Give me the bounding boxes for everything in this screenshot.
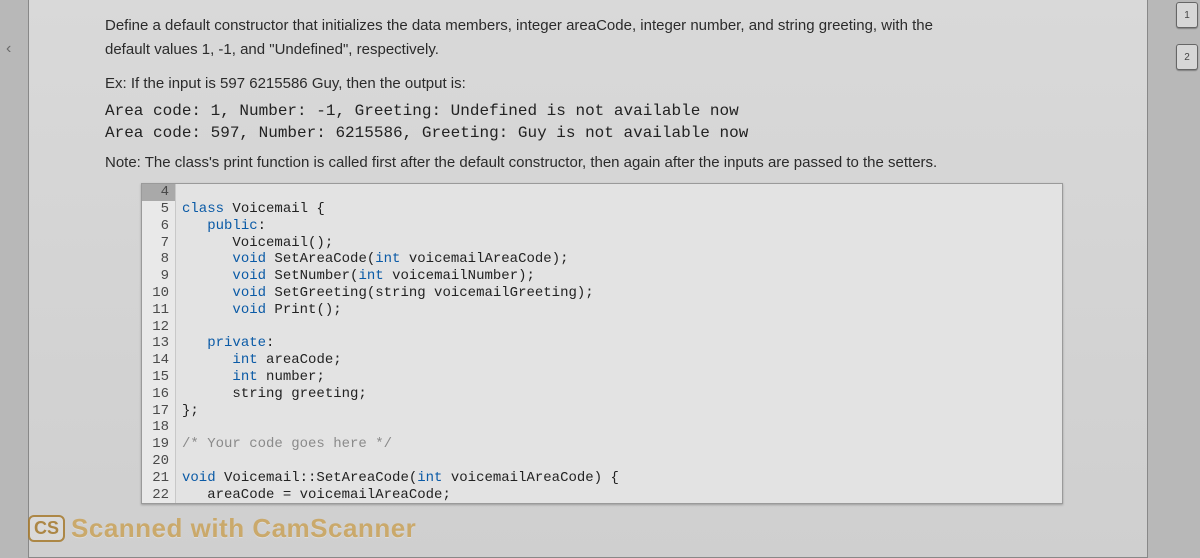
line-number: 13 <box>142 335 176 352</box>
code-text: class Voicemail { <box>176 201 1062 218</box>
code-line: 14 int areaCode; <box>142 352 1062 369</box>
code-line: 7 Voicemail(); <box>142 235 1062 252</box>
line-number: 14 <box>142 352 176 369</box>
example-output-line-2: Area code: 597, Number: 6215586, Greetin… <box>105 122 1123 144</box>
line-number: 6 <box>142 218 176 235</box>
code-text: void SetNumber(int voicemailNumber); <box>176 268 1062 285</box>
code-text: string greeting; <box>176 386 1062 403</box>
line-number: 21 <box>142 470 176 487</box>
document-page: Define a default constructor that initia… <box>28 0 1148 558</box>
code-line: 8 void SetAreaCode(int voicemailAreaCode… <box>142 251 1062 268</box>
problem-statement: Define a default constructor that initia… <box>105 16 1123 61</box>
code-text: void SetAreaCode(int voicemailAreaCode); <box>176 251 1062 268</box>
line-number: 7 <box>142 235 176 252</box>
line-number: 4 <box>142 184 176 201</box>
code-line: 13 private: <box>142 335 1062 352</box>
code-text: void SetGreeting(string voicemailGreetin… <box>176 285 1062 302</box>
code-line: 5class Voicemail { <box>142 201 1062 218</box>
line-number: 15 <box>142 369 176 386</box>
cs-badge-icon: CS <box>28 515 65 542</box>
line-number: 20 <box>142 453 176 470</box>
line-number: 12 <box>142 319 176 336</box>
code-text <box>176 184 1062 201</box>
line-number: 11 <box>142 302 176 319</box>
code-line: 19/* Your code goes here */ <box>142 436 1062 453</box>
prev-page-arrow[interactable]: ‹ <box>6 40 11 58</box>
code-line: 17}; <box>142 403 1062 420</box>
code-text: int number; <box>176 369 1062 386</box>
code-text: void Voicemail::SetAreaCode(int voicemai… <box>176 470 1062 487</box>
example-output-line-1: Area code: 1, Number: -1, Greeting: Unde… <box>105 100 1123 122</box>
code-line: 22 areaCode = voicemailAreaCode; <box>142 487 1062 504</box>
code-line: 21void Voicemail::SetAreaCode(int voicem… <box>142 470 1062 487</box>
note-line: Note: The class's print function is call… <box>105 154 1123 171</box>
page-marker-1[interactable]: 1 <box>1176 2 1198 28</box>
line-number: 17 <box>142 403 176 420</box>
code-text: private: <box>176 335 1062 352</box>
line-number: 16 <box>142 386 176 403</box>
line-number: 9 <box>142 268 176 285</box>
code-text: /* Your code goes here */ <box>176 436 1062 453</box>
code-line: 9 void SetNumber(int voicemailNumber); <box>142 268 1062 285</box>
line-number: 18 <box>142 419 176 436</box>
code-text: void Print(); <box>176 302 1062 319</box>
code-line: 6 public: <box>142 218 1062 235</box>
line-number: 10 <box>142 285 176 302</box>
code-line: 12 <box>142 319 1062 336</box>
line-number: 5 <box>142 201 176 218</box>
code-line: 11 void Print(); <box>142 302 1062 319</box>
code-text: int areaCode; <box>176 352 1062 369</box>
line-number: 8 <box>142 251 176 268</box>
code-text <box>176 419 1062 436</box>
code-text <box>176 453 1062 470</box>
code-line: 15 int number; <box>142 369 1062 386</box>
code-editor: 45class Voicemail {6 public:7 Voicemail(… <box>141 183 1063 504</box>
page-marker-2[interactable]: 2 <box>1176 44 1198 70</box>
code-line: 10 void SetGreeting(string voicemailGree… <box>142 285 1062 302</box>
code-text: }; <box>176 403 1062 420</box>
code-line: 4 <box>142 184 1062 201</box>
scanner-watermark: CS Scanned with CamScanner <box>28 513 416 544</box>
code-line: 20 <box>142 453 1062 470</box>
intro-line-2: default values 1, -1, and "Undefined", r… <box>105 40 1123 60</box>
code-line: 18 <box>142 419 1062 436</box>
watermark-text: Scanned with CamScanner <box>71 513 416 544</box>
line-number: 22 <box>142 487 176 504</box>
code-text: Voicemail(); <box>176 235 1062 252</box>
code-text: public: <box>176 218 1062 235</box>
intro-line-1: Define a default constructor that initia… <box>105 16 1123 36</box>
code-text: areaCode = voicemailAreaCode; <box>176 487 1062 504</box>
code-text <box>176 319 1062 336</box>
example-lead: Ex: If the input is 597 6215586 Guy, the… <box>105 75 1123 92</box>
page-thumbnails: 1 2 <box>1176 2 1198 70</box>
code-line: 16 string greeting; <box>142 386 1062 403</box>
line-number: 19 <box>142 436 176 453</box>
example-output: Area code: 1, Number: -1, Greeting: Unde… <box>105 100 1123 145</box>
